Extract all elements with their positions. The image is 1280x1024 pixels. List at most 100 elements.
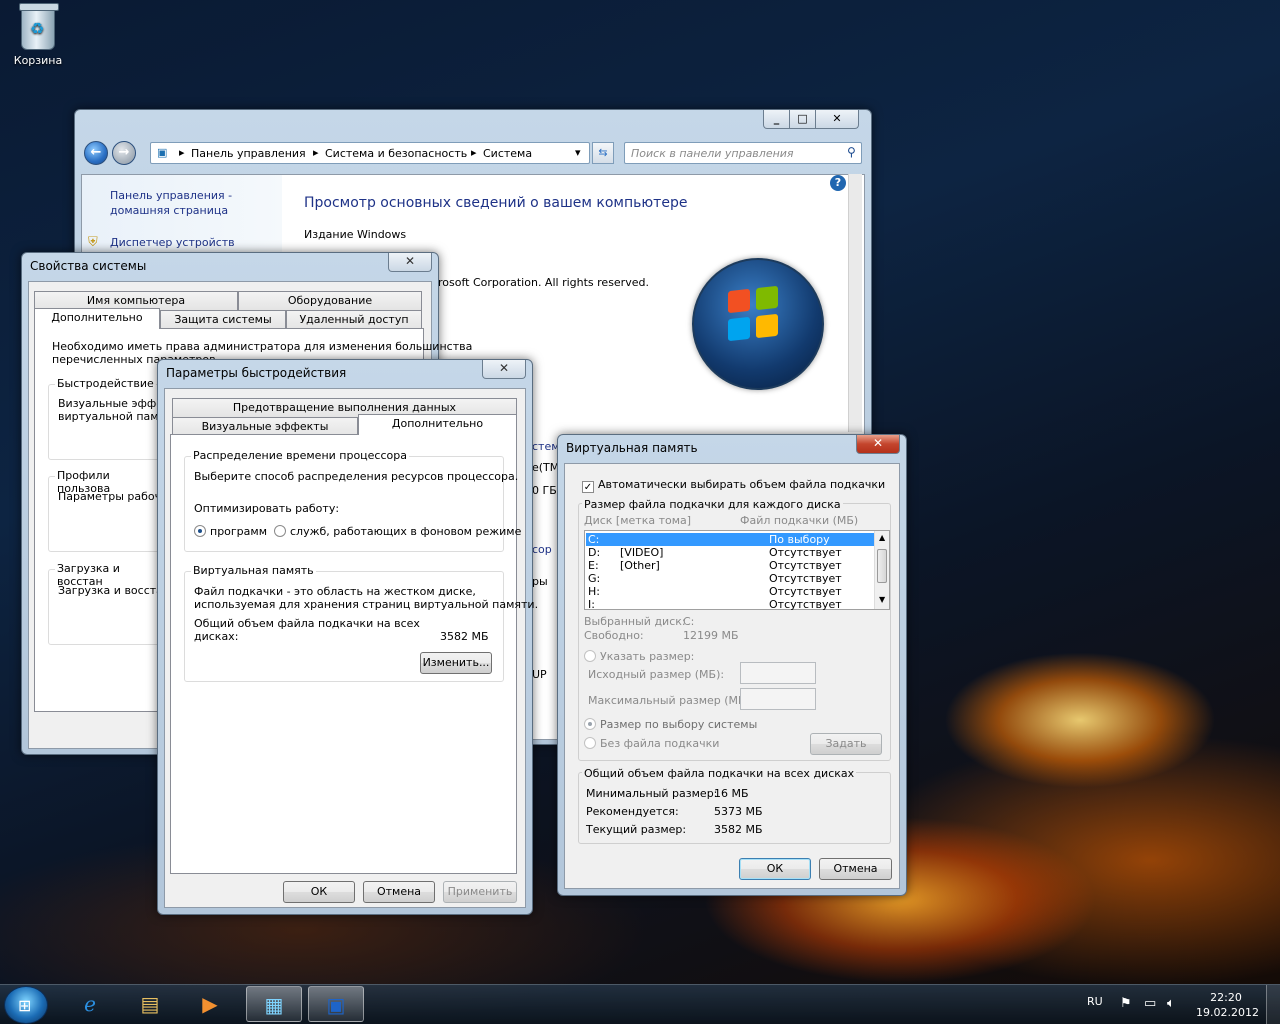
radio-background-services[interactable]: служб, работающих в фоновом режиме xyxy=(274,525,521,538)
sidebar-link-home[interactable]: Панель управления - домашняя страница xyxy=(110,188,232,218)
initial-size-label: Исходный размер (МБ): xyxy=(588,668,725,681)
apply-button[interactable]: Применить xyxy=(443,881,517,903)
close-button[interactable]: ✕ xyxy=(856,435,900,454)
radio-custom-size[interactable]: Указать размер: xyxy=(584,650,694,663)
startup-group: Загрузка и восстан xyxy=(48,562,168,645)
taskbar-ie[interactable]: ℯ xyxy=(62,986,118,1022)
breadcrumb-item[interactable]: Система и безопасность xyxy=(325,147,467,160)
radio-programs[interactable]: программ xyxy=(194,525,267,538)
disk-paging-value: Отсутствует xyxy=(769,559,842,572)
auto-manage-checkbox[interactable]: ✓ Автоматически выбирать объем файла подк… xyxy=(582,478,885,493)
radio-no-paging[interactable]: Без файла подкачки xyxy=(584,737,719,750)
selected-disk-label: Выбранный диск: xyxy=(584,615,686,628)
free-space-value: 12199 МБ xyxy=(683,629,739,642)
breadcrumb-item[interactable]: Панель управления xyxy=(191,147,306,160)
total-paging-label: Общий объем файла подкачки на всех диска… xyxy=(582,767,857,780)
search-input[interactable]: Поиск в панели управления ⚲ xyxy=(624,142,862,164)
volume-icon[interactable]: 🔈︎ xyxy=(1167,996,1175,1011)
change-button[interactable]: Изменить... xyxy=(420,652,492,674)
disk-paging-value: Отсутствует xyxy=(769,546,842,559)
ok-button[interactable]: ОК xyxy=(283,881,355,903)
list-scrollbar[interactable]: ▲ ▼ xyxy=(874,531,889,609)
disk-row[interactable]: H: Отсутствует xyxy=(586,585,874,598)
selected-disk-value: C: xyxy=(683,615,695,628)
disk-drive: I: xyxy=(588,598,595,611)
help-icon[interactable]: ? xyxy=(830,175,846,191)
search-icon[interactable]: ⚲ xyxy=(847,145,856,159)
forward-button[interactable]: → xyxy=(112,141,136,165)
radio-icon xyxy=(274,525,286,537)
tab-advanced[interactable]: Дополнительно xyxy=(358,414,517,435)
computer-icon: ▣ xyxy=(157,146,168,159)
disk-drive: H: xyxy=(588,585,600,598)
address-bar[interactable]: ▣ Панель управления Система и безопаснос… xyxy=(150,142,590,164)
recycle-bin-label: Корзина xyxy=(13,54,63,67)
close-button[interactable]: ✕ xyxy=(482,360,526,379)
radio-system-managed[interactable]: Размер по выбору системы xyxy=(584,718,757,731)
disk-row[interactable]: G: Отсутствует xyxy=(586,572,874,585)
vertical-scrollbar[interactable] xyxy=(848,174,862,432)
scroll-thumb[interactable] xyxy=(877,549,887,583)
maximize-button[interactable]: □ xyxy=(789,110,816,129)
ok-button[interactable]: ОК xyxy=(739,858,811,880)
disk-drive: C: xyxy=(588,533,600,546)
breadcrumb-item[interactable]: Система xyxy=(483,147,532,160)
minimize-button[interactable]: _ xyxy=(763,110,790,129)
sidebar-link-device-manager[interactable]: Диспетчер устройств xyxy=(110,236,235,249)
cancel-button[interactable]: Отмена xyxy=(363,881,435,903)
taskbar-media-player[interactable]: ▶ xyxy=(182,986,238,1022)
refresh-button[interactable]: ⇆ xyxy=(592,142,614,164)
close-button[interactable]: ✕ xyxy=(388,253,432,272)
tab-hardware[interactable]: Оборудование xyxy=(238,291,422,310)
max-size-label: Максимальный размер (МБ): xyxy=(588,694,754,707)
disk-label: [Other] xyxy=(620,559,660,572)
disk-row[interactable]: C: По выбору системы xyxy=(586,533,874,559)
close-button[interactable]: ✕ xyxy=(815,110,859,129)
optimize-label: Оптимизировать работу: xyxy=(194,502,340,515)
recycle-bin-shortcut[interactable]: Корзина xyxy=(8,3,68,67)
copyright-text: rosoft Corporation. All rights reserved. xyxy=(438,276,649,289)
free-space-label: Свободно: xyxy=(584,629,644,642)
recycle-bin-icon xyxy=(19,3,59,50)
disk-row[interactable]: I: Отсутствует xyxy=(586,598,874,611)
vm-total-label: Общий объем файла подкачки на всех диска… xyxy=(194,617,420,643)
taskbar-system-properties[interactable]: ▣ xyxy=(308,986,364,1022)
disk-list[interactable]: C: По выбору системы D: [VIDEO] Отсутствует E… xyxy=(584,530,890,611)
tab-advanced[interactable]: Дополнительно xyxy=(34,308,160,329)
disk-row[interactable]: D: [VIDEO] Отсутствует xyxy=(586,546,874,559)
radio-icon xyxy=(584,650,596,662)
max-size-input[interactable] xyxy=(740,688,816,710)
language-indicator[interactable]: RU xyxy=(1087,995,1103,1008)
profiles-group: Профили пользова xyxy=(48,469,168,552)
partial-text: 0 ГБ xyxy=(532,484,557,497)
action-center-icon[interactable]: ⚑ xyxy=(1120,996,1132,1011)
start-button[interactable]: ⊞ xyxy=(4,986,48,1024)
radio-icon xyxy=(584,718,596,730)
chevron-right-icon: ▸ xyxy=(313,146,319,159)
startup-text: Загрузка и восстан xyxy=(58,584,171,597)
disk-row[interactable]: E: [Other] Отсутствует xyxy=(586,559,874,572)
min-size-label: Минимальный размер: xyxy=(586,787,718,800)
search-placeholder: Поиск в панели управления xyxy=(631,147,794,160)
scroll-down-icon[interactable]: ▼ xyxy=(879,595,885,604)
show-desktop-button[interactable] xyxy=(1266,985,1280,1024)
disk-drive: G: xyxy=(588,572,601,585)
taskbar-control-panel[interactable]: ▦ xyxy=(246,986,302,1022)
chevron-right-icon: ▸ xyxy=(471,146,477,159)
min-size-value: 16 МБ xyxy=(714,787,749,800)
disk-label: [VIDEO] xyxy=(620,546,664,559)
set-button[interactable]: Задать xyxy=(810,733,882,755)
back-button[interactable]: ← xyxy=(84,141,108,165)
chevron-right-icon: ▸ xyxy=(179,146,185,159)
network-icon[interactable]: ▭ xyxy=(1144,996,1156,1011)
initial-size-input[interactable] xyxy=(740,662,816,684)
chevron-down-icon[interactable]: ▾ xyxy=(575,146,581,159)
disk-paging-value: Отсутствует xyxy=(769,598,842,611)
scroll-up-icon[interactable]: ▲ xyxy=(879,533,885,542)
taskbar-explorer[interactable]: ▤ xyxy=(122,986,178,1022)
clock[interactable]: 22:20 19.02.2012 xyxy=(1196,990,1259,1020)
column-paging-file: Файл подкачки (МБ) xyxy=(740,514,859,527)
tab-remote[interactable]: Удаленный доступ xyxy=(286,310,422,329)
cancel-button[interactable]: Отмена xyxy=(819,858,892,880)
tab-system-protection[interactable]: Защита системы xyxy=(160,310,286,329)
